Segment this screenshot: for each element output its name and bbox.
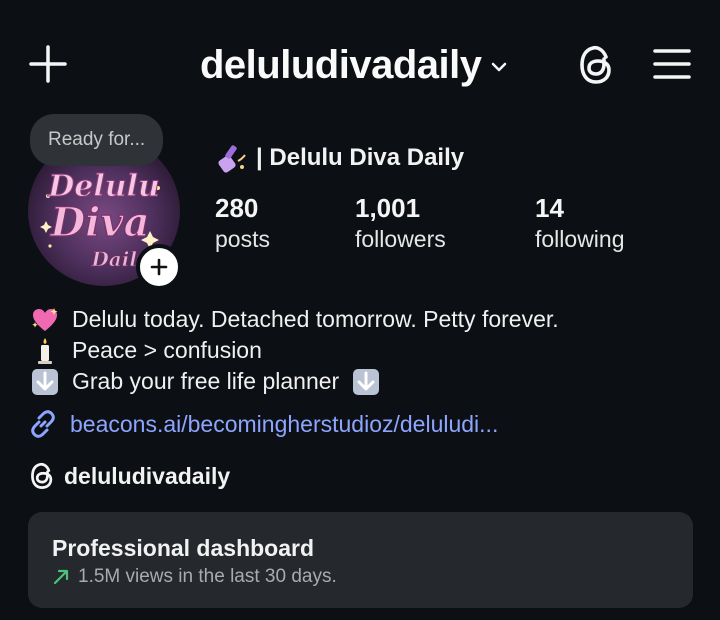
down-arrow-icon	[30, 367, 60, 397]
plus-icon	[29, 45, 67, 83]
display-name: | Delulu Diva Daily	[214, 140, 464, 176]
bio-text: Peace > confusion	[72, 337, 262, 363]
threads-icon	[31, 462, 53, 489]
following-label: following	[535, 226, 625, 252]
threads-badge[interactable]: deluludivadaily	[28, 458, 230, 494]
profile-stats: 280 posts 1,001 followers 14 following	[0, 192, 720, 262]
link-icon	[31, 410, 55, 438]
bio-link-text[interactable]: beacons.ai/becomingherstudioz/deluludi..…	[70, 411, 498, 438]
hamburger-menu-icon	[653, 49, 691, 79]
display-name-text: | Delulu Diva Daily	[256, 144, 465, 171]
bio-line: Delulu today. Detached tomorrow. Petty f…	[30, 304, 710, 335]
dashboard-title: Professional dashboard	[52, 535, 315, 561]
menu-button[interactable]	[652, 46, 692, 82]
sparkling-heart-icon	[30, 305, 60, 335]
profile-note[interactable]: Ready for...	[30, 114, 164, 166]
bio: Delulu today. Detached tomorrow. Petty f…	[30, 304, 710, 397]
stat-posts[interactable]: 280 posts	[215, 192, 270, 254]
professional-dashboard[interactable]: Professional dashboard 1.5M views in the…	[28, 512, 693, 608]
top-bar: deluludivadaily	[0, 0, 720, 130]
account-switcher[interactable]: deluludivadaily	[200, 40, 509, 90]
threads-handle: deluludivadaily	[64, 462, 231, 489]
candle-icon	[30, 336, 60, 366]
create-button[interactable]	[28, 44, 68, 84]
following-count: 14	[535, 193, 564, 223]
nail-polish-icon	[218, 145, 246, 173]
bio-link[interactable]: beacons.ai/becomingherstudioz/deluludi..…	[28, 406, 498, 442]
down-arrow-icon	[351, 367, 381, 397]
threads-button[interactable]	[576, 43, 616, 87]
posts-label: posts	[215, 226, 270, 252]
followers-count: 1,001	[355, 193, 421, 223]
bio-text: Delulu today. Detached tomorrow. Petty f…	[72, 306, 559, 332]
note-text: Ready for...	[48, 129, 146, 150]
username-title: deluludivadaily	[200, 42, 482, 87]
threads-icon	[580, 45, 611, 84]
bio-line: Peace > confusion	[30, 335, 710, 366]
stat-followers[interactable]: 1,001 followers	[355, 192, 446, 254]
followers-label: followers	[355, 226, 446, 252]
trend-up-icon	[53, 569, 69, 585]
stat-following[interactable]: 14 following	[535, 192, 625, 254]
chevron-down-icon	[492, 62, 507, 72]
bio-line: Grab your free life planner	[30, 366, 710, 397]
dashboard-subtitle: 1.5M views in the last 30 days.	[52, 566, 669, 588]
posts-count: 280	[215, 193, 259, 223]
dashboard-views-text: 1.5M views in the last 30 days.	[78, 566, 337, 587]
bio-text: Grab your free life planner	[72, 368, 340, 394]
